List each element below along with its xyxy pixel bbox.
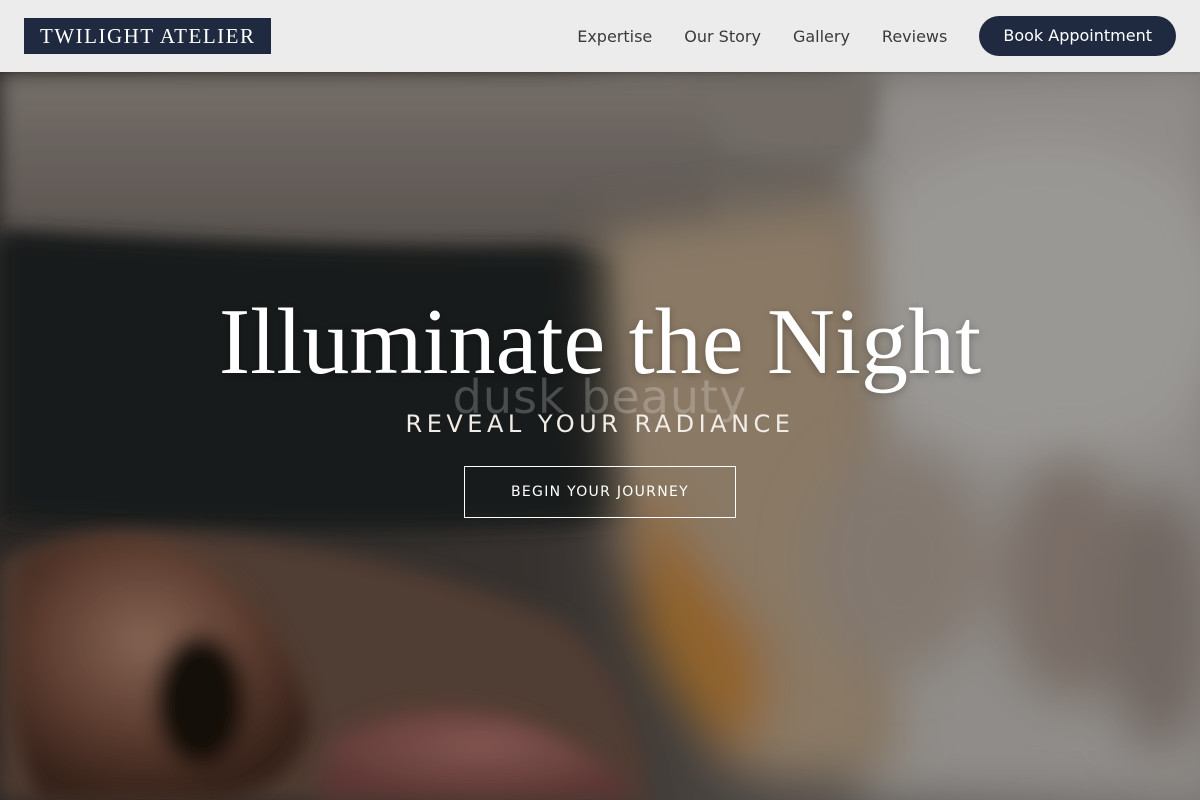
book-appointment-button[interactable]: Book Appointment [979,16,1176,56]
nav-link-our-story[interactable]: Our Story [684,27,761,46]
page: dusk beauty Illuminate the Night REVEAL … [0,0,1200,800]
site-header: TWILIGHT ATELIER Expertise Our Story Gal… [0,0,1200,72]
hero-content: Illuminate the Night REVEAL YOUR RADIANC… [0,290,1200,518]
nav-link-gallery[interactable]: Gallery [793,27,850,46]
nav-link-reviews[interactable]: Reviews [882,27,947,46]
hero-subtitle: REVEAL YOUR RADIANCE [405,410,795,438]
hero-section: dusk beauty Illuminate the Night REVEAL … [0,0,1200,800]
main-nav: Expertise Our Story Gallery Reviews Book… [577,0,1176,72]
brand-logo[interactable]: TWILIGHT ATELIER [24,18,272,54]
nav-link-expertise[interactable]: Expertise [577,27,652,46]
hero-title: Illuminate the Night [218,290,982,394]
begin-journey-button[interactable]: BEGIN YOUR JOURNEY [464,466,736,518]
